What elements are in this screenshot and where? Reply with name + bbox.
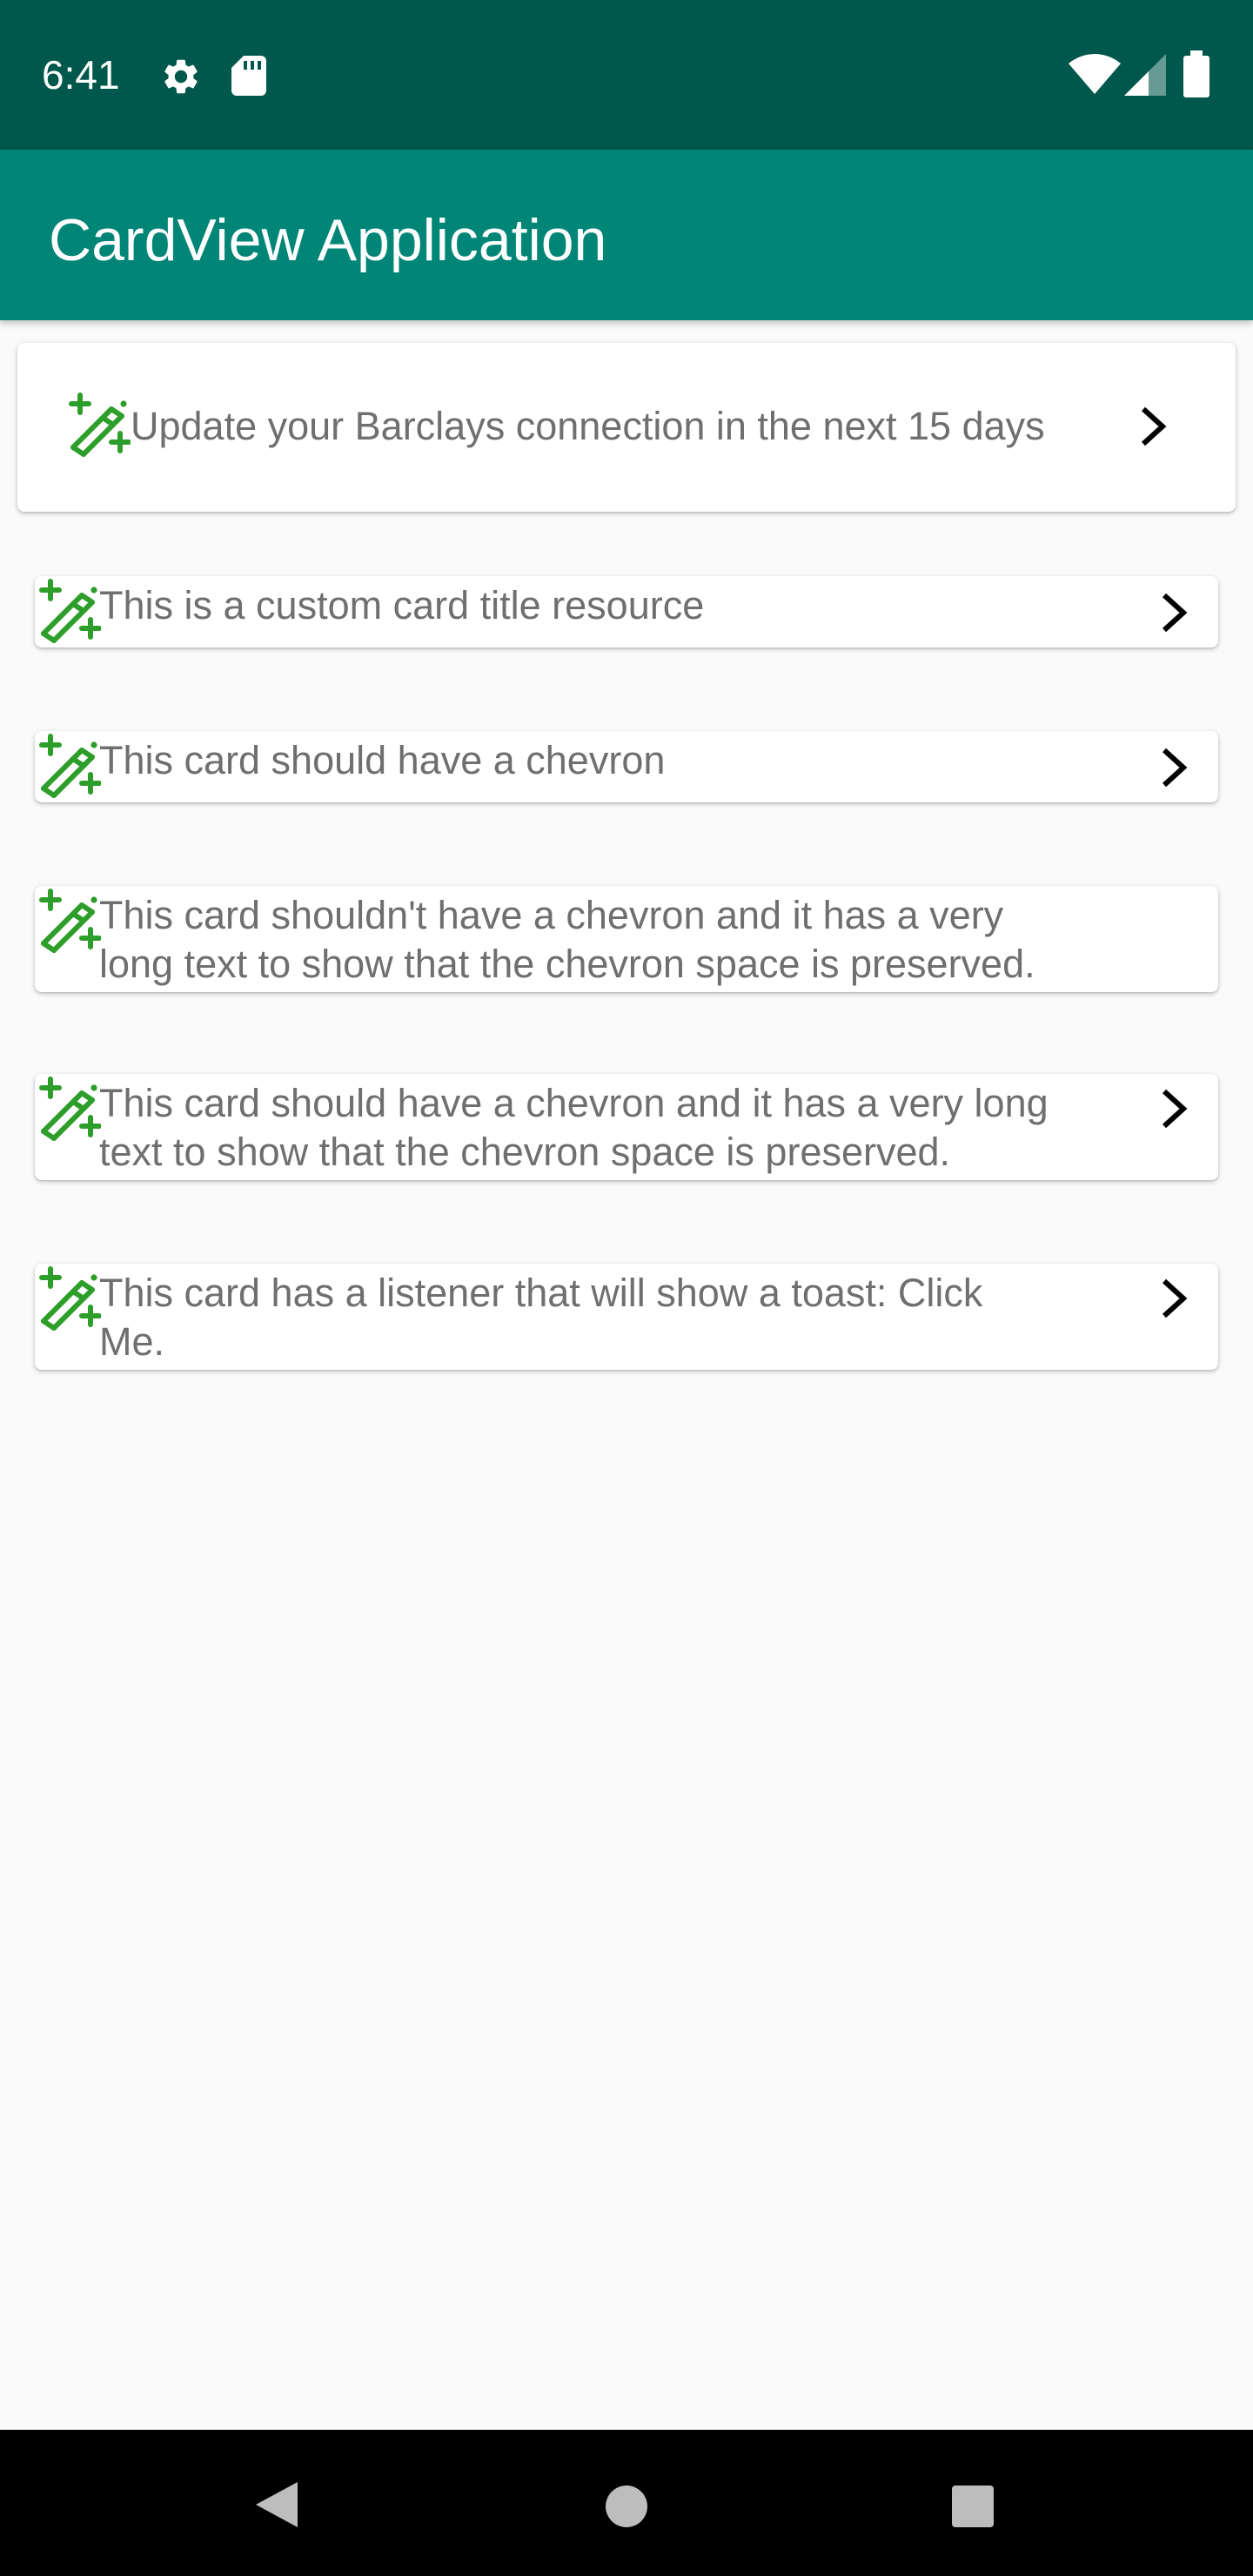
cellular-signal-icon bbox=[1124, 54, 1166, 96]
app-bar: CardView Application bbox=[0, 150, 1253, 320]
magic-wand-icon bbox=[39, 1077, 101, 1141]
chevron-right-icon bbox=[1162, 1089, 1188, 1129]
card-without-chevron[interactable]: This card shouldn't have a chevron and i… bbox=[35, 886, 1218, 992]
battery-icon bbox=[1183, 50, 1209, 97]
status-time: 6:41 bbox=[42, 52, 120, 97]
card-text: Update your Barclays connection in the n… bbox=[131, 404, 1045, 448]
card-toast-listener[interactable]: This card has a listener that will show … bbox=[35, 1264, 1218, 1370]
magic-wand-icon bbox=[39, 734, 101, 798]
back-icon[interactable] bbox=[252, 2479, 301, 2531]
wifi-icon bbox=[1069, 54, 1121, 94]
settings-icon bbox=[164, 59, 198, 94]
card-with-chevron[interactable]: This card should have a chevron bbox=[35, 731, 1218, 802]
app-title: CardView Application bbox=[49, 207, 607, 273]
card-text: This card shouldn't have a chevron and i… bbox=[99, 893, 1035, 986]
card-text: This card should have a chevron bbox=[99, 738, 666, 782]
card-custom-title[interactable]: This is a custom card title resource bbox=[35, 576, 1218, 647]
chevron-right-icon bbox=[1162, 748, 1188, 788]
recents-icon[interactable] bbox=[950, 2484, 995, 2529]
magic-wand-icon bbox=[39, 579, 101, 643]
card-barclays-update[interactable]: Update your Barclays connection in the n… bbox=[17, 343, 1236, 512]
home-icon[interactable] bbox=[604, 2484, 649, 2529]
navigation-bar bbox=[0, 2430, 1253, 2576]
sd-card-icon bbox=[231, 56, 266, 96]
card-text: This card should have a chevron and it h… bbox=[99, 1081, 1049, 1174]
chevron-right-icon bbox=[1141, 406, 1167, 446]
chevron-right-icon bbox=[1162, 593, 1188, 633]
card-text: This card has a listener that will show … bbox=[99, 1271, 983, 1364]
magic-wand-icon bbox=[69, 392, 131, 457]
magic-wand-icon bbox=[39, 1266, 101, 1331]
status-bar: 6:41 bbox=[0, 0, 1253, 150]
card-text: This is a custom card title resource bbox=[99, 583, 705, 627]
chevron-right-icon bbox=[1162, 1278, 1188, 1318]
card-long-with-chevron[interactable]: This card should have a chevron and it h… bbox=[35, 1074, 1218, 1180]
magic-wand-icon bbox=[39, 889, 101, 953]
